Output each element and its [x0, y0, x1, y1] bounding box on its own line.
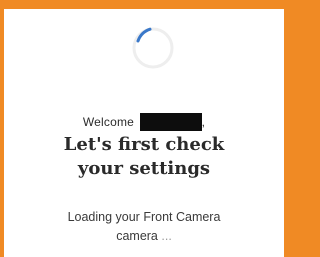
welcome-message: Welcome , — [4, 113, 284, 131]
loading-status: Loading your Front Camera camera ... — [4, 208, 284, 246]
redacted-username — [139, 113, 202, 131]
title-line-1: Let's first check — [63, 134, 225, 155]
loading-status-word: camera — [116, 229, 158, 243]
welcome-comma: , — [201, 115, 206, 129]
welcome-text: Welcome — [82, 115, 135, 129]
orange-frame: Welcome , Let's first check your setting… — [0, 0, 300, 257]
title-line-2: your settings — [77, 158, 211, 179]
loading-spinner-icon — [128, 23, 178, 73]
loading-status-line-1: Loading your Front Camera — [67, 210, 221, 224]
loading-status-line-2: camera ... — [4, 227, 284, 246]
page-title: Let's first check your settings — [4, 133, 284, 181]
setup-card: Welcome , Let's first check your setting… — [4, 9, 284, 257]
loading-ellipsis: ... — [161, 229, 172, 243]
